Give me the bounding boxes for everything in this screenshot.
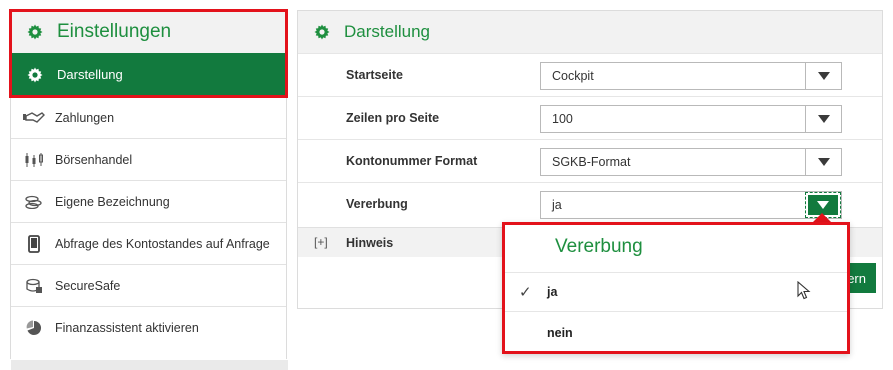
- phone-icon: [23, 234, 45, 253]
- chevron-down-icon: [817, 72, 830, 80]
- setting-label: Kontonummer Format: [346, 154, 478, 168]
- sidebar-item-zahlungen[interactable]: Zahlungen: [11, 96, 286, 138]
- sidebar-item-securesafe[interactable]: SecureSafe: [11, 264, 286, 306]
- sidebar-item-label: Zahlungen: [55, 110, 115, 125]
- select-value: 100: [552, 112, 573, 126]
- setting-row-vererbung: Vererbung ja: [298, 182, 882, 225]
- option-label: nein: [547, 326, 573, 340]
- candlestick-icon: [23, 151, 45, 169]
- sidebar-item-boersenhandel[interactable]: Börsenhandel: [11, 138, 286, 180]
- setting-label: Zeilen pro Seite: [346, 111, 440, 125]
- sidebar-item-eigene-bezeichnung[interactable]: Eigene Bezeichnung: [11, 180, 286, 222]
- setting-row-startseite: Startseite Cockpit: [298, 53, 882, 96]
- gear-icon: [314, 24, 330, 40]
- zeilen-pro-seite-select[interactable]: 100: [540, 105, 842, 133]
- sidebar-item-label: Abfrage des Kontostandes auf Anfrage: [55, 236, 270, 251]
- settings-sidebar: Einstellungen Darstellung Zahlungen Börs…: [10, 10, 288, 370]
- option-label: ja: [547, 285, 558, 299]
- chevron-down-icon: [817, 158, 830, 166]
- select-value: ja: [552, 198, 562, 212]
- sidebar-title: Einstellungen: [57, 21, 172, 42]
- dropdown-option-ja[interactable]: ✓ ja: [505, 272, 847, 312]
- pie-chart-icon: [23, 319, 45, 337]
- panel-header: Darstellung: [298, 11, 882, 53]
- select-value: SGKB-Format: [552, 155, 631, 169]
- expand-toggle[interactable]: [+]: [314, 235, 328, 249]
- kontonummer-format-select[interactable]: SGKB-Format: [540, 148, 842, 176]
- sidebar-item-kontostand-abfrage[interactable]: Abfrage des Kontostandes auf Anfrage: [11, 222, 286, 264]
- sidebar-item-label: SecureSafe: [55, 278, 121, 293]
- dropdown-option-nein[interactable]: nein: [505, 313, 847, 353]
- safe-icon: [23, 277, 45, 295]
- popup-pointer: [813, 213, 831, 222]
- mouse-cursor-icon: [797, 281, 811, 300]
- dropdown-title: Vererbung: [555, 236, 643, 257]
- select-value: Cockpit: [552, 69, 594, 83]
- panel-title: Darstellung: [344, 22, 430, 41]
- sidebar-footer: [11, 360, 288, 370]
- gear-icon: [27, 24, 43, 40]
- setting-label: Startseite: [346, 68, 403, 82]
- chevron-down-icon: [817, 115, 830, 123]
- check-icon: ✓: [519, 284, 532, 301]
- dropdown-button[interactable]: [805, 149, 841, 175]
- sidebar-item-label: Eigene Bezeichnung: [55, 194, 170, 209]
- sidebar-item-finanzassistent[interactable]: Finanzassistent aktivieren: [11, 306, 286, 348]
- setting-row-zeilen-pro-seite: Zeilen pro Seite 100: [298, 96, 882, 139]
- dropdown-button[interactable]: [805, 106, 841, 132]
- sidebar-header: Einstellungen: [11, 11, 288, 53]
- sidebar-item-label: Darstellung: [57, 67, 123, 82]
- coins-icon: [23, 193, 45, 211]
- setting-label: Vererbung: [346, 197, 408, 211]
- startseite-select[interactable]: Cockpit: [540, 62, 842, 90]
- handshake-icon: [23, 109, 45, 127]
- sidebar-item-label: Börsenhandel: [55, 152, 133, 167]
- hint-label: Hinweis: [346, 236, 394, 250]
- sidebar-item-darstellung[interactable]: Darstellung: [11, 53, 288, 96]
- sidebar-item-label: Finanzassistent aktivieren: [55, 320, 199, 335]
- setting-row-kontonummer-format: Kontonummer Format SGKB-Format: [298, 139, 882, 182]
- vererbung-select[interactable]: ja: [540, 191, 842, 219]
- dropdown-button[interactable]: [805, 63, 841, 89]
- gear-icon: [27, 67, 43, 82]
- chevron-down-icon: [817, 201, 829, 209]
